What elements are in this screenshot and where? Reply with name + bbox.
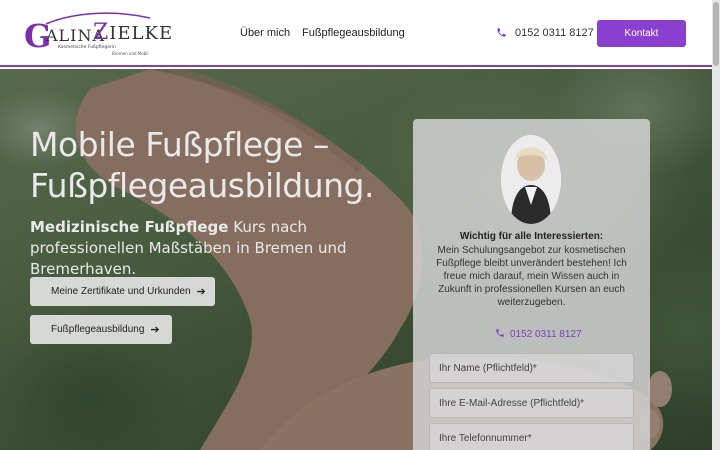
hero-subtitle-bold: Medizinische Fußpflege <box>30 218 229 236</box>
brand-logo[interactable]: G ALINA ZIELKE Kosmetische Fußpflegerin … <box>24 8 172 60</box>
certificates-button[interactable]: Meine Zertifikate und Urkunden ➔ <box>30 277 215 306</box>
hero-section: Mobile Fußpflege – Fußpflegeausbildung. … <box>0 69 712 450</box>
person-image <box>501 135 561 224</box>
training-button[interactable]: Fußpflegeausbildung ➔ <box>30 315 172 344</box>
note-title: Wichtig für alle Interessierten: <box>459 231 604 242</box>
logo-ielke: IELKE <box>109 23 174 44</box>
contact-card: Wichtig für alle Interessierten: Mein Sc… <box>413 119 650 450</box>
card-phone-number: 0152 0311 8127 <box>510 329 582 340</box>
phone-icon <box>496 329 504 337</box>
name-field[interactable] <box>429 353 634 383</box>
logo-zielke: ZIELKE <box>93 20 174 45</box>
nav-link-ueber-mich[interactable]: Über mich <box>240 27 290 40</box>
header-phone-number: 0152 0311 8127 <box>515 27 594 39</box>
logo-initial-z: Z <box>93 20 110 45</box>
certificates-button-label: Meine Zertifikate und Urkunden <box>51 286 191 297</box>
page-scrollbar[interactable] <box>712 0 720 450</box>
logo-location: Bremen und Mobil <box>112 51 149 56</box>
nav-link-fusspflegeausbildung[interactable]: Fußpflegeausbildung <box>302 27 405 40</box>
logo-tagline: Kosmetische Fußpflegerin <box>58 45 116 50</box>
portrait-photo <box>501 135 561 224</box>
phone-field[interactable] <box>429 423 634 450</box>
arrow-right-icon: ➔ <box>196 286 206 298</box>
contact-button[interactable]: Kontakt <box>597 20 686 47</box>
scrollbar-thumb[interactable] <box>713 2 719 66</box>
note-body: Mein Schulungsangebot zur kosmetischen F… <box>436 245 627 308</box>
arrow-right-icon: ➔ <box>150 324 160 336</box>
hero-title: Mobile Fußpflege – Fußpflegeausbildung. <box>30 125 375 205</box>
email-field[interactable] <box>429 388 634 418</box>
hero-subtitle: Medizinische Fußpflege Kurs nach profess… <box>30 217 390 280</box>
training-button-label: Fußpflegeausbildung <box>51 324 145 335</box>
phone-icon <box>497 28 506 37</box>
site-header: G ALINA ZIELKE Kosmetische Fußpflegerin … <box>0 0 712 67</box>
